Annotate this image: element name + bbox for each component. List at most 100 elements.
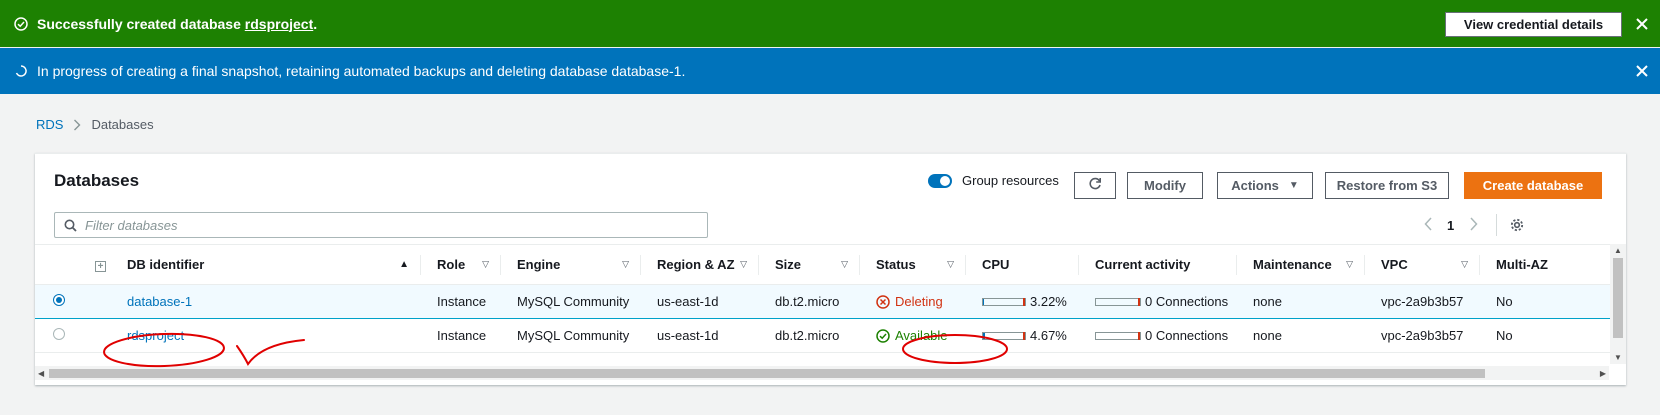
caret-down-icon: ▼	[1288, 180, 1299, 191]
refresh-button[interactable]	[1074, 172, 1116, 199]
status-badge: Deleting	[876, 294, 966, 309]
page-number[interactable]: 1	[1447, 218, 1454, 233]
check-circle-icon	[876, 328, 890, 343]
close-icon[interactable]	[1634, 16, 1650, 32]
column-header-role[interactable]: Role ▽	[421, 244, 501, 285]
sort-ascending-icon: ▲	[399, 259, 409, 270]
activity-meter: 0 Connections	[1095, 328, 1237, 343]
actions-button[interactable]: Actions ▼	[1217, 172, 1313, 199]
group-resources-toggle[interactable]	[928, 173, 952, 188]
chevron-left-icon[interactable]	[1424, 216, 1433, 234]
view-credential-details-button[interactable]: View credential details	[1445, 12, 1622, 37]
cell-vpc: vpc-2a9b3b57	[1365, 318, 1480, 353]
cell-multi-az: No	[1480, 318, 1626, 353]
expand-all-icon[interactable]: +	[95, 261, 106, 273]
cpu-meter: 4.67%	[982, 328, 1079, 343]
check-circle-icon	[13, 16, 29, 32]
flash-success-db-link[interactable]: rdsproject	[245, 16, 313, 32]
refresh-icon	[1088, 177, 1102, 194]
row-radio[interactable]	[53, 328, 65, 340]
sort-icon: ▽	[1461, 259, 1468, 269]
column-header-size[interactable]: Size ▽	[759, 244, 860, 285]
breadcrumb-rds[interactable]: RDS	[36, 117, 63, 132]
group-resources-toggle-wrap: Group resources	[928, 173, 1059, 188]
select-column-header	[35, 244, 85, 285]
flash-info-message: In progress of creating a final snapshot…	[37, 63, 686, 79]
column-header-multi-az[interactable]: Multi-AZ	[1480, 244, 1626, 285]
row-radio[interactable]	[53, 294, 65, 306]
cell-region: us-east-1d	[641, 284, 759, 319]
status-text: Available	[895, 328, 948, 343]
status-badge: Available	[876, 328, 966, 343]
chevron-right-icon	[73, 119, 81, 131]
horizontal-scroll-thumb[interactable]	[49, 369, 1485, 378]
gear-icon[interactable]	[1509, 217, 1525, 236]
create-database-button[interactable]: Create database	[1464, 172, 1602, 199]
sort-icon: ▽	[841, 259, 848, 269]
table-row[interactable]: database-1 Instance MySQL Community us-e…	[35, 284, 1626, 319]
flash-info: In progress of creating a final snapshot…	[0, 48, 1660, 94]
db-identifier-link[interactable]: rdsproject	[127, 328, 184, 343]
column-header-region-az[interactable]: Region & AZ ▽	[641, 244, 759, 285]
breadcrumb-databases: Databases	[91, 117, 154, 132]
cell-engine: MySQL Community	[501, 284, 641, 319]
activity-meter: 0 Connections	[1095, 294, 1237, 309]
databases-panel: Databases Group resources Modify Actions…	[35, 153, 1626, 385]
activity-value: 0 Connections	[1145, 294, 1229, 309]
table-row[interactable]: rdsproject Instance MySQL Community us-e…	[35, 318, 1626, 353]
column-header-engine[interactable]: Engine ▽	[501, 244, 641, 285]
scroll-left-icon[interactable]: ◀	[38, 369, 44, 378]
column-header-maintenance[interactable]: Maintenance ▽	[1237, 244, 1365, 285]
close-icon[interactable]	[1634, 63, 1650, 79]
scroll-down-icon[interactable]: ▼	[1614, 353, 1622, 362]
scroll-right-icon[interactable]: ▶	[1600, 369, 1606, 378]
sort-icon: ▽	[1346, 259, 1353, 269]
breadcrumb: RDS Databases	[36, 117, 154, 132]
databases-table-wrap: + DB identifier ▲ Role ▽ Engine ▽ Region & …	[35, 244, 1626, 366]
cell-engine: MySQL Community	[501, 318, 641, 353]
cell-region: us-east-1d	[641, 318, 759, 353]
chevron-right-icon[interactable]	[1469, 216, 1478, 234]
column-header-vpc[interactable]: VPC ▽	[1365, 244, 1480, 285]
db-identifier-link[interactable]: database-1	[127, 294, 192, 309]
restore-from-s3-button[interactable]: Restore from S3	[1325, 172, 1449, 199]
table-header-row: + DB identifier ▲ Role ▽ Engine ▽ Region & …	[35, 244, 1626, 285]
activity-value: 0 Connections	[1145, 328, 1229, 343]
actions-label: Actions	[1231, 178, 1279, 193]
status-text: Deleting	[895, 294, 943, 309]
group-resources-label: Group resources	[962, 173, 1059, 188]
cpu-meter: 3.22%	[982, 294, 1079, 309]
cell-role: Instance	[421, 284, 501, 319]
sort-icon: ▽	[482, 259, 489, 269]
cpu-value: 4.67%	[1030, 328, 1067, 343]
flash-success-message: Successfully created database rdsproject…	[37, 15, 318, 32]
vertical-scrollbar[interactable]: ▲ ▼	[1610, 244, 1626, 364]
column-header-current-activity: Current activity	[1079, 244, 1237, 285]
sort-icon: ▽	[947, 259, 954, 269]
modify-button[interactable]: Modify	[1127, 172, 1203, 199]
cell-multi-az: No	[1480, 284, 1626, 319]
filter-databases-input[interactable]	[85, 217, 665, 233]
cell-role: Instance	[421, 318, 501, 353]
cpu-bar-fill	[983, 332, 985, 339]
spinner-icon	[13, 63, 29, 79]
flash-success: Successfully created database rdsproject…	[0, 0, 1660, 47]
cell-vpc: vpc-2a9b3b57	[1365, 284, 1480, 319]
search-icon	[64, 219, 77, 232]
databases-table: + DB identifier ▲ Role ▽ Engine ▽ Region & …	[35, 244, 1626, 353]
pager-divider	[1496, 214, 1497, 236]
filter-box	[54, 212, 708, 238]
sort-icon: ▽	[622, 259, 629, 269]
panel-title: Databases	[54, 171, 140, 190]
column-header-cpu: CPU	[966, 244, 1079, 285]
cpu-bar-fill	[983, 298, 985, 305]
expand-all-header: +	[85, 244, 111, 285]
column-header-db-identifier[interactable]: DB identifier ▲	[111, 244, 421, 285]
horizontal-scrollbar[interactable]: ◀ ▶	[35, 366, 1609, 380]
vertical-scroll-thumb[interactable]	[1613, 258, 1623, 338]
cell-size: db.t2.micro	[759, 318, 860, 353]
scroll-up-icon[interactable]: ▲	[1614, 246, 1622, 255]
sort-icon: ▽	[740, 259, 747, 269]
error-circle-icon	[876, 294, 890, 309]
column-header-status[interactable]: Status ▽	[860, 244, 966, 285]
